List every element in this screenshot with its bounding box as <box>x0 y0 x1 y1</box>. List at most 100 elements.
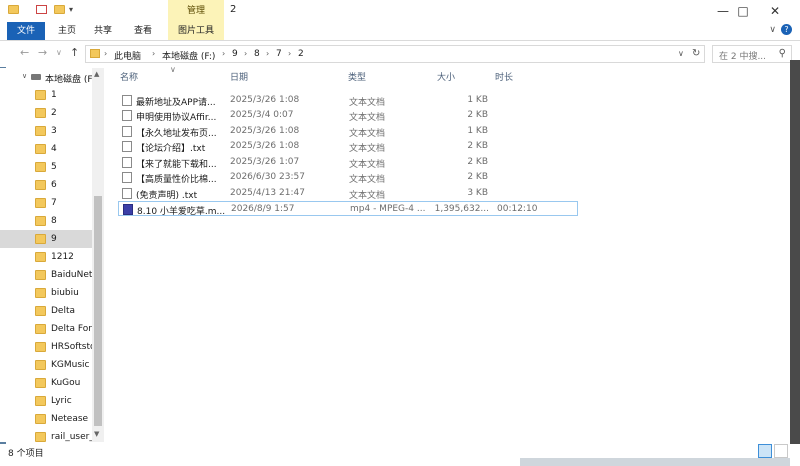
tree-item-folder[interactable]: 8 <box>0 212 92 230</box>
breadcrumb-folder-7[interactable]: 7 <box>276 49 282 59</box>
tree-item-folder[interactable]: Lyric <box>0 392 92 410</box>
breadcrumb-folder-8[interactable]: 8 <box>254 49 260 59</box>
quick-access-dropdown-icon[interactable]: ▾ <box>69 5 73 14</box>
tree-item-folder[interactable]: 5 <box>0 158 92 176</box>
chevron-right-icon[interactable]: › <box>152 49 155 58</box>
recent-locations-icon[interactable]: ∨ <box>56 48 62 57</box>
details-view-icon[interactable] <box>758 444 772 458</box>
scroll-down-icon[interactable]: ▼ <box>94 430 99 438</box>
column-header-name[interactable]: 名称 <box>120 68 138 88</box>
file-row[interactable]: 【永久地址发布页... 2025/3/26 1:08 文本文档 1 KB <box>118 124 578 139</box>
tree-item-folder[interactable]: 6 <box>0 176 92 194</box>
tab-file[interactable]: 文件 <box>7 22 45 40</box>
new-folder-icon[interactable] <box>54 5 65 14</box>
file-row[interactable]: 【论坛介绍】.txt 2025/3/26 1:08 文本文档 2 KB <box>118 139 578 154</box>
tree-item-folder[interactable]: 7 <box>0 194 92 212</box>
tree-item-label: HRSoftsto <box>51 342 92 352</box>
column-header-duration[interactable]: 时长 <box>495 68 513 88</box>
file-date: 2025/4/13 21:47 <box>230 188 305 198</box>
help-icon[interactable]: ? <box>781 24 792 35</box>
navigation-pane: ∨ 本地磁盘 (F 1 2 3 4 5 6 7 8 9 1212 BaiduNe… <box>0 68 104 442</box>
file-row[interactable]: (免责声明) .txt 2025/4/13 21:47 文本文档 3 KB <box>118 186 578 201</box>
column-header-date[interactable]: 日期 <box>230 68 248 88</box>
background-strip-right <box>790 60 800 466</box>
file-row[interactable]: 最新地址及APP请... 2025/3/26 1:08 文本文档 1 KB <box>118 93 578 108</box>
file-size: 1 KB <box>467 126 488 136</box>
tree-item-label: 3 <box>51 126 57 136</box>
file-type: 文本文档 <box>349 98 386 108</box>
large-icons-view-icon[interactable] <box>774 444 788 458</box>
chevron-right-icon[interactable]: › <box>288 49 291 58</box>
drive-icon <box>31 74 41 80</box>
tree-item-folder[interactable]: Delta <box>0 302 92 320</box>
title-bar: ▾ 管理 2 — □ ✕ <box>0 0 800 22</box>
tree-item-label: KuGou <box>51 378 81 388</box>
chevron-right-icon[interactable]: › <box>266 49 269 58</box>
tree-item-folder[interactable]: HRSoftsto <box>0 338 92 356</box>
tree-item-folder-selected[interactable]: 9 <box>0 230 92 248</box>
context-tab-manage[interactable]: 管理 <box>168 0 224 22</box>
breadcrumb-folder-9[interactable]: 9 <box>232 49 238 59</box>
file-type: 文本文档 <box>349 144 386 154</box>
file-row[interactable]: 【来了就能下载和... 2025/3/26 1:07 文本文档 2 KB <box>118 155 578 170</box>
scroll-up-icon[interactable]: ▲ <box>94 70 99 78</box>
tree-item-label: Delta <box>51 306 76 316</box>
tree-item-folder[interactable]: 3 <box>0 122 92 140</box>
tree-item-folder[interactable]: rail_user_c <box>0 428 92 442</box>
chevron-right-icon[interactable]: › <box>104 49 107 58</box>
tree-item-folder[interactable]: Netease <box>0 410 92 428</box>
expand-ribbon-icon[interactable]: ∨ <box>769 25 776 35</box>
collapse-chevron-icon[interactable]: ∨ <box>22 72 27 80</box>
breadcrumb-this-pc[interactable]: 此电脑 <box>114 49 141 62</box>
navigation-row: ← → ∨ ↑ › 此电脑 › 本地磁盘 (F:) › 9 › 8 › 7 › … <box>0 41 800 67</box>
folder-icon <box>35 360 46 370</box>
tree-item-folder[interactable]: biubiu <box>0 284 92 302</box>
address-bar[interactable]: › 此电脑 › 本地磁盘 (F:) › 9 › 8 › 7 › 2 ∨ ↻ <box>85 45 705 63</box>
sort-indicator-icon: ∨ <box>170 65 176 74</box>
text-file-icon <box>122 157 132 168</box>
folder-icon <box>35 144 46 154</box>
tree-item-folder[interactable]: 1212 <box>0 248 92 266</box>
tree-item-folder[interactable]: Delta Forc <box>0 320 92 338</box>
file-row[interactable]: 【高质量性价比棉... 2026/6/30 23:57 文本文档 2 KB <box>118 170 578 185</box>
search-icon[interactable]: ⚲ <box>779 48 786 59</box>
tab-share[interactable]: 共享 <box>88 22 118 40</box>
properties-icon[interactable] <box>36 5 47 14</box>
file-date: 2025/3/26 1:07 <box>230 157 300 167</box>
tree-item-folder[interactable]: 2 <box>0 104 92 122</box>
tree-item-drive[interactable]: ∨ 本地磁盘 (F <box>0 68 92 86</box>
maximize-icon[interactable]: □ <box>726 0 760 22</box>
navigation-scrollbar[interactable]: ▲ ▼ <box>92 68 104 442</box>
tree-item-label: 6 <box>51 180 57 190</box>
text-file-icon <box>122 141 132 152</box>
refresh-icon[interactable]: ↻ <box>692 48 700 59</box>
tab-view[interactable]: 查看 <box>128 22 158 40</box>
column-header-type[interactable]: 类型 <box>348 68 366 88</box>
breadcrumb-folder-2[interactable]: 2 <box>298 49 304 59</box>
close-icon[interactable]: ✕ <box>758 0 792 22</box>
file-row[interactable]: 申明使用协议Affir... 2025/3/4 0:07 文本文档 2 KB <box>118 108 578 123</box>
tree-item-folder[interactable]: BaiduNet <box>0 266 92 284</box>
tree-item-folder[interactable]: 1 <box>0 86 92 104</box>
tab-home[interactable]: 主页 <box>52 22 82 40</box>
back-icon[interactable]: ← <box>20 46 29 59</box>
column-header-size[interactable]: 大小 <box>437 68 455 88</box>
file-date: 2025/3/26 1:08 <box>230 95 300 105</box>
tree-item-label: BaiduNet <box>51 270 92 280</box>
tree-item-folder[interactable]: KuGou <box>0 374 92 392</box>
search-input[interactable]: 在 2 中搜... ⚲ <box>712 45 792 63</box>
folder-icon <box>35 90 46 100</box>
tab-picture-tools[interactable]: 图片工具 <box>168 22 224 40</box>
chevron-right-icon[interactable]: › <box>244 49 247 58</box>
breadcrumb-drive[interactable]: 本地磁盘 (F:) <box>162 49 215 62</box>
forward-icon[interactable]: → <box>38 46 47 59</box>
up-icon[interactable]: ↑ <box>70 46 79 59</box>
chevron-right-icon[interactable]: › <box>222 49 225 58</box>
tree-item-label: rail_user_c <box>51 432 92 442</box>
address-dropdown-icon[interactable]: ∨ <box>678 49 684 58</box>
tree-item-folder[interactable]: KGMusic <box>0 356 92 374</box>
scrollbar-thumb[interactable] <box>94 196 102 426</box>
tree-item-folder[interactable]: 4 <box>0 140 92 158</box>
tree-item-label: 本地磁盘 (F <box>45 75 92 85</box>
file-row-selected[interactable]: 8.10 小羊爱吃草.m... 2026/8/9 1:57 mp4 - MPEG… <box>118 201 578 217</box>
